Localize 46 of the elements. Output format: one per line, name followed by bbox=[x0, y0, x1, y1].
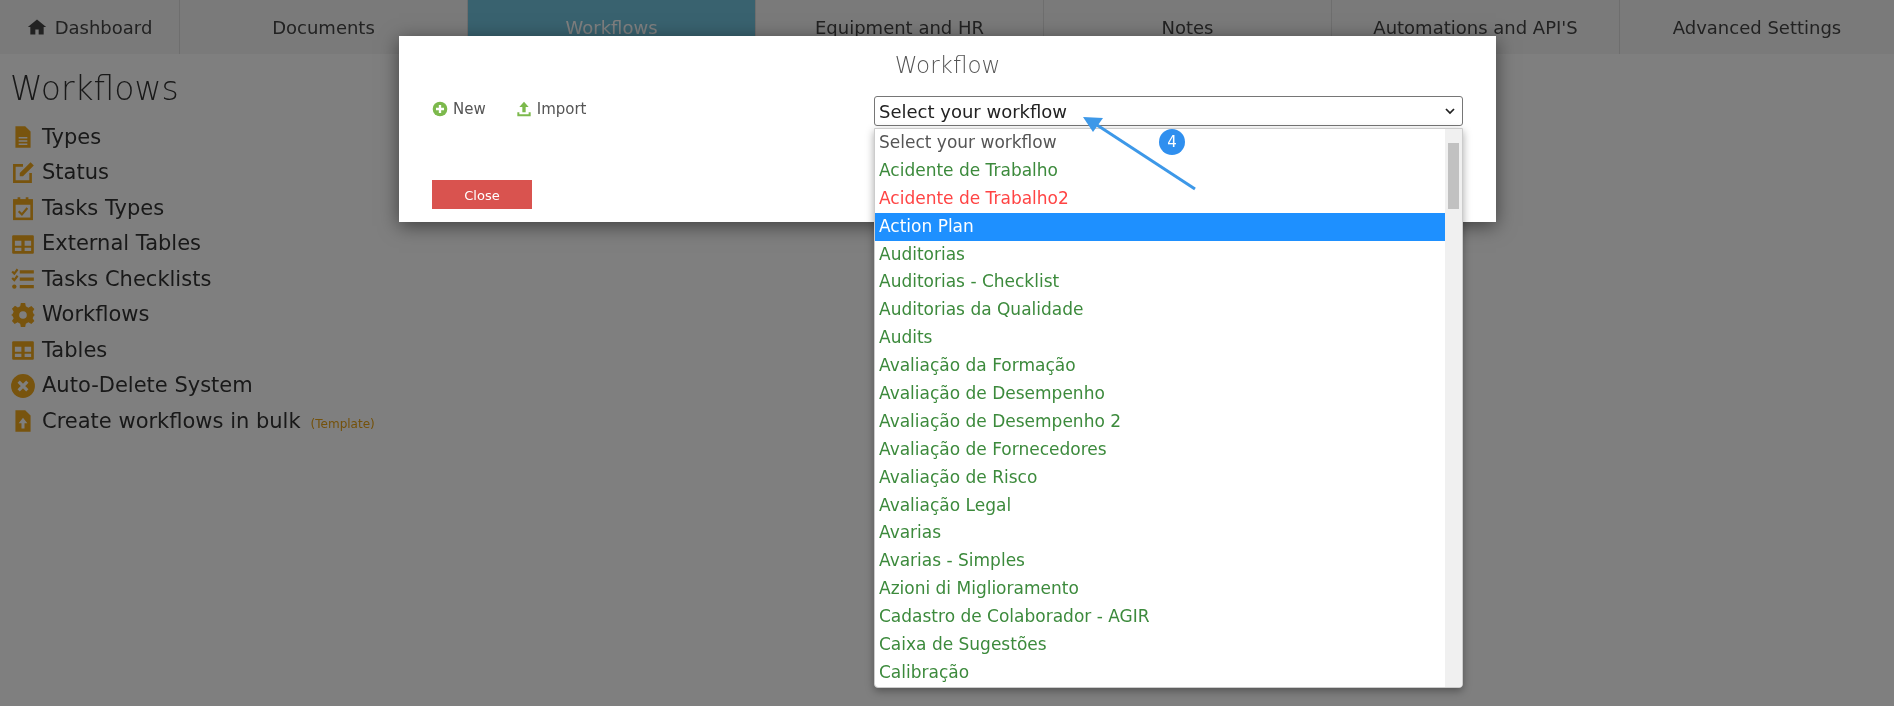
upload-icon bbox=[515, 101, 532, 118]
close-button[interactable]: Close bbox=[432, 180, 532, 209]
dropdown-option[interactable]: Avarias bbox=[875, 519, 946, 548]
dropdown-option[interactable]: Caixa de Sugestões bbox=[875, 631, 1051, 659]
workflow-select[interactable]: Select your workflow bbox=[874, 96, 1463, 126]
dropdown-option[interactable]: Avaliação Legal bbox=[875, 491, 1016, 520]
dropdown-option[interactable]: Avarias - Simples bbox=[875, 547, 1029, 576]
nav-tab[interactable]: Advanced Settings bbox=[1620, 0, 1894, 54]
plus-circle-icon bbox=[432, 101, 448, 118]
dropdown-option[interactable]: Action Plan bbox=[875, 212, 1445, 241]
sidebar-link[interactable]: Tables bbox=[10, 332, 108, 368]
dropdown-option[interactable]: Audits bbox=[875, 324, 937, 353]
sidebar-link[interactable]: Tasks Checklists bbox=[10, 261, 212, 297]
nav-tab[interactable]: Dashboard bbox=[0, 0, 180, 54]
dropdown-option[interactable]: Avaliação da Formação bbox=[875, 352, 1080, 380]
scrollbar[interactable] bbox=[1445, 129, 1462, 687]
dropdown-option[interactable]: Avaliação de Desempenho 2 bbox=[875, 407, 1126, 436]
dropdown-option[interactable]: Acidente de Trabalho bbox=[875, 156, 1062, 185]
dropdown-option[interactable]: Azioni di Miglioramento bbox=[875, 575, 1083, 604]
dropdown-option[interactable]: Avaliação de Fornecedores bbox=[875, 435, 1111, 464]
dropdown-option[interactable]: Auditorias da Qualidade bbox=[875, 296, 1088, 325]
sidebar-link[interactable]: Types bbox=[10, 119, 102, 155]
calendar-check-icon bbox=[10, 195, 36, 222]
dropdown-option[interactable]: Calibração bbox=[875, 658, 974, 687]
sidebar-link[interactable]: Create workflows in bulk (Template) bbox=[10, 403, 375, 439]
sidebar-link[interactable]: Status bbox=[10, 155, 109, 191]
dropdown-option[interactable]: Cadastro de Colaborador - AGIR bbox=[875, 603, 1154, 632]
edit-icon bbox=[10, 159, 36, 186]
dropdown-option[interactable]: Acidente de Trabalho2 bbox=[875, 184, 1073, 213]
sidebar-link[interactable]: Tasks Types bbox=[10, 190, 165, 226]
page-title: Workflows bbox=[10, 68, 179, 110]
dropdown-option[interactable]: Auditorias - Checklist bbox=[875, 268, 1064, 297]
dropdown-option[interactable]: Avaliação de Desempenho bbox=[875, 380, 1109, 408]
sidebar-link[interactable]: Workflows bbox=[10, 297, 150, 333]
sidebar-link[interactable]: Auto-Delete System bbox=[10, 368, 253, 404]
caret-icon bbox=[1444, 105, 1456, 117]
dropdown-option[interactable]: Avaliação de Risco bbox=[875, 463, 1042, 492]
action-link[interactable]: Import bbox=[515, 98, 587, 121]
dropdown-option[interactable]: Auditorias bbox=[875, 240, 969, 269]
action-link[interactable]: New bbox=[432, 98, 486, 121]
gear-icon bbox=[10, 301, 36, 328]
dialog-title: Workflow bbox=[893, 51, 1002, 80]
dropdown-option[interactable]: Select your workflow bbox=[875, 129, 1061, 157]
close-circle-icon bbox=[10, 372, 36, 399]
sidebar-link[interactable]: External Tables bbox=[10, 226, 202, 262]
home-icon bbox=[26, 17, 47, 37]
